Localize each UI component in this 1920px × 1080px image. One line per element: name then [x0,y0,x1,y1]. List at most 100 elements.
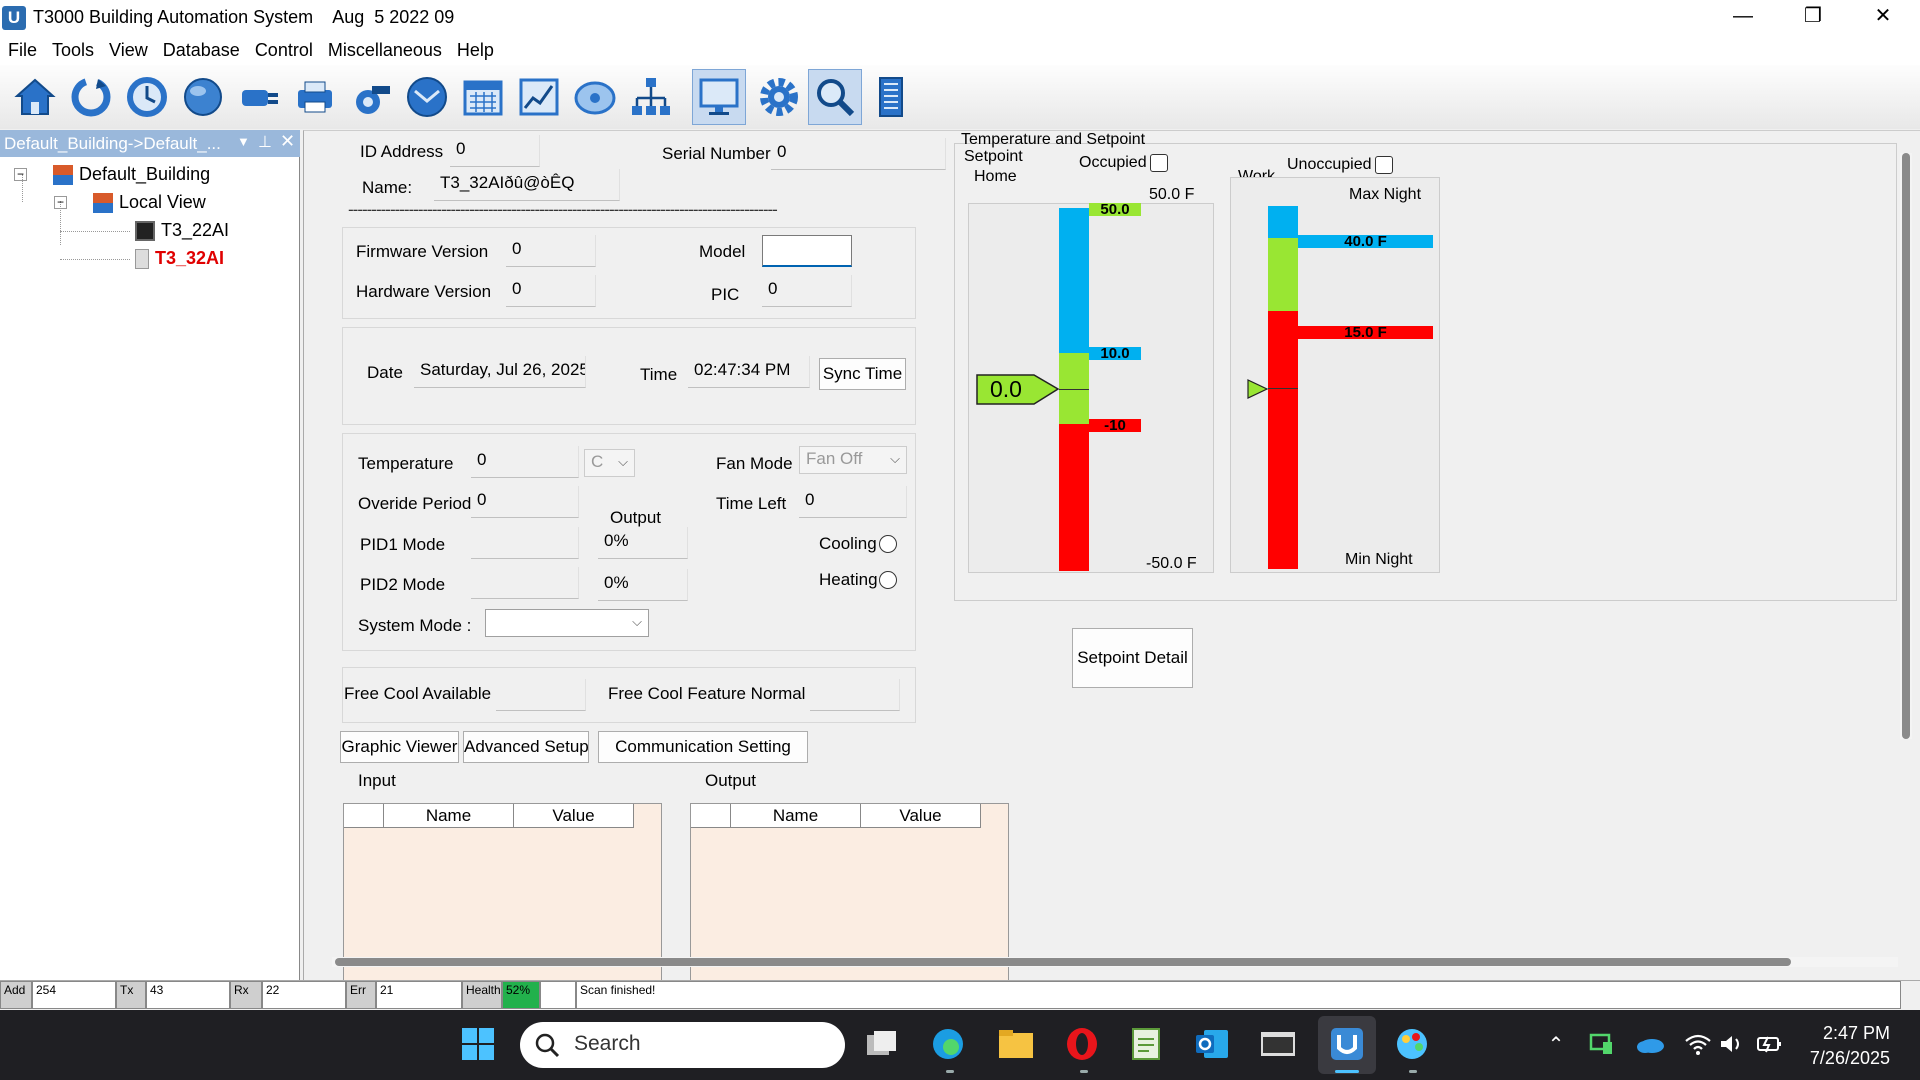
temperature-field[interactable]: 0 [471,446,579,478]
volume-icon[interactable] [1712,1024,1752,1064]
communication-setting-button[interactable]: Communication Setting [598,731,808,763]
temperature-unit-select[interactable]: C ⌵ [584,449,635,477]
file-explorer-icon[interactable] [996,1024,1036,1064]
taskbar-clock-time[interactable]: 2:47 PM [1806,1023,1890,1044]
edge-browser-icon[interactable] [928,1024,968,1064]
restore-button[interactable]: ❐ [1778,0,1848,35]
menu-control[interactable]: Control [247,35,320,65]
collapse-icon[interactable]: − [14,168,27,181]
model-label: Model [699,242,746,261]
unoccupied-checkbox[interactable] [1375,156,1393,174]
tree-item-building[interactable]: − Default_Building [14,164,210,185]
monitor-icon[interactable] [692,69,746,125]
task-view-icon[interactable] [862,1024,902,1064]
paint-app-icon[interactable] [1392,1024,1432,1064]
calendar-icon[interactable] [456,69,510,125]
vertical-scrollbar[interactable] [1900,153,1912,739]
taskbar-search[interactable]: Search [520,1022,845,1068]
fan-mode-select[interactable]: Fan Off ⌵ [799,446,907,474]
menu-view[interactable]: View [101,35,155,65]
menu-database[interactable]: Database [155,35,247,65]
battery-icon[interactable] [1750,1024,1790,1064]
tree-item-t3-22ai[interactable]: T3_22AI [135,220,229,241]
minimize-button[interactable]: — [1708,0,1778,35]
pic-field[interactable]: 0 [762,275,852,307]
phone-link-icon[interactable] [1582,1024,1622,1064]
onedrive-icon[interactable] [1630,1024,1670,1064]
menu-help[interactable]: Help [449,35,501,65]
input-table[interactable]: Name Value [343,803,662,981]
time-field[interactable]: 02:47:34 PM [688,356,810,388]
occupied-checkbox[interactable] [1150,154,1168,172]
menu-tools[interactable]: Tools [44,35,101,65]
override-period-field[interactable]: 0 [471,486,579,518]
tree-item-local-view[interactable]: − Local View [54,192,206,213]
terminal-app-icon[interactable] [1258,1024,1298,1064]
camera-icon[interactable] [344,69,398,125]
t3000-app-icon[interactable] [1327,1024,1367,1064]
collapse-icon[interactable]: − [54,196,67,209]
work-high-marker[interactable]: 40.0 F [1298,234,1433,249]
input-table-value-header[interactable]: Value [514,804,634,828]
dropdown-arrow-icon[interactable]: ▼ [237,134,250,149]
building-icon[interactable] [864,69,918,125]
pid2-mode-field[interactable] [471,567,579,599]
close-button[interactable]: ✕ [1848,0,1918,35]
plug-icon[interactable] [232,69,286,125]
system-mode-select[interactable]: ⌵ [485,609,649,637]
pid1-output-field[interactable]: 0% [598,527,688,559]
globe-icon[interactable] [176,69,230,125]
opera-browser-icon[interactable] [1062,1024,1102,1064]
home-low-marker[interactable]: -10 [1089,418,1141,433]
freecool-normal-field[interactable] [810,679,900,711]
output-table-value-header[interactable]: Value [861,804,981,828]
close-icon[interactable]: ✕ [280,131,295,152]
home-top-marker[interactable]: 50.0 [1089,203,1141,216]
menu-miscellaneous[interactable]: Miscellaneous [320,35,449,65]
windows-start-icon[interactable] [458,1024,498,1064]
sync-time-button[interactable]: Sync Time [819,358,906,390]
graphic-viewer-button[interactable]: Graphic Viewer [340,731,459,763]
time-left-field[interactable]: 0 [799,486,907,518]
id-address-field[interactable]: 0 [450,135,540,167]
printer-icon[interactable] [288,69,342,125]
home-mid-marker[interactable]: 10.0 [1089,346,1141,361]
horizontal-scrollbar[interactable] [332,957,1898,967]
vertical-scroll-thumb[interactable] [1902,153,1910,739]
serial-number-field[interactable]: 0 [771,138,946,170]
pin-icon[interactable]: ⊥ [258,132,272,152]
notepad-app-icon[interactable] [1126,1024,1166,1064]
date-field[interactable]: Saturday, Jul 26, 2025 [414,356,586,388]
home-icon[interactable] [8,69,62,125]
network-icon[interactable] [624,69,678,125]
gear-icon[interactable] [752,69,806,125]
heating-radio[interactable] [879,571,897,589]
output-table[interactable]: Name Value [690,803,1009,981]
hardware-field[interactable]: 0 [506,275,596,307]
disc-icon[interactable] [568,69,622,125]
output-table-name-header[interactable]: Name [731,804,861,828]
horizontal-scroll-thumb[interactable] [335,958,1791,966]
pid1-mode-field[interactable] [471,527,579,559]
outlook-icon[interactable] [1192,1024,1232,1064]
name-field[interactable]: T3_32AIðû@òÊQ [434,169,620,201]
input-table-name-header[interactable]: Name [384,804,514,828]
menu-file[interactable]: File [0,35,44,65]
pid2-output-field[interactable]: 0% [598,569,688,601]
tree-item-t3-32ai[interactable]: T3_32AI [135,248,224,269]
taskbar-clock-date[interactable]: 7/26/2025 [1800,1048,1890,1069]
mail-icon[interactable] [400,69,454,125]
magnifier-icon[interactable] [808,69,862,125]
system-mode-label: System Mode : [358,616,472,635]
firmware-field[interactable]: 0 [506,235,596,267]
refresh-icon[interactable] [64,69,118,125]
work-low-marker[interactable]: 15.0 F [1298,325,1433,340]
trend-chart-icon[interactable] [512,69,566,125]
advanced-setup-button[interactable]: Advanced Setup [463,731,589,763]
schedule-icon[interactable] [120,69,174,125]
chevron-up-icon[interactable]: ⌃ [1536,1024,1576,1064]
freecool-available-field[interactable] [496,679,586,711]
model-field[interactable] [762,235,852,267]
setpoint-detail-button[interactable]: Setpoint Detail [1072,628,1193,688]
cooling-radio[interactable] [879,535,897,553]
